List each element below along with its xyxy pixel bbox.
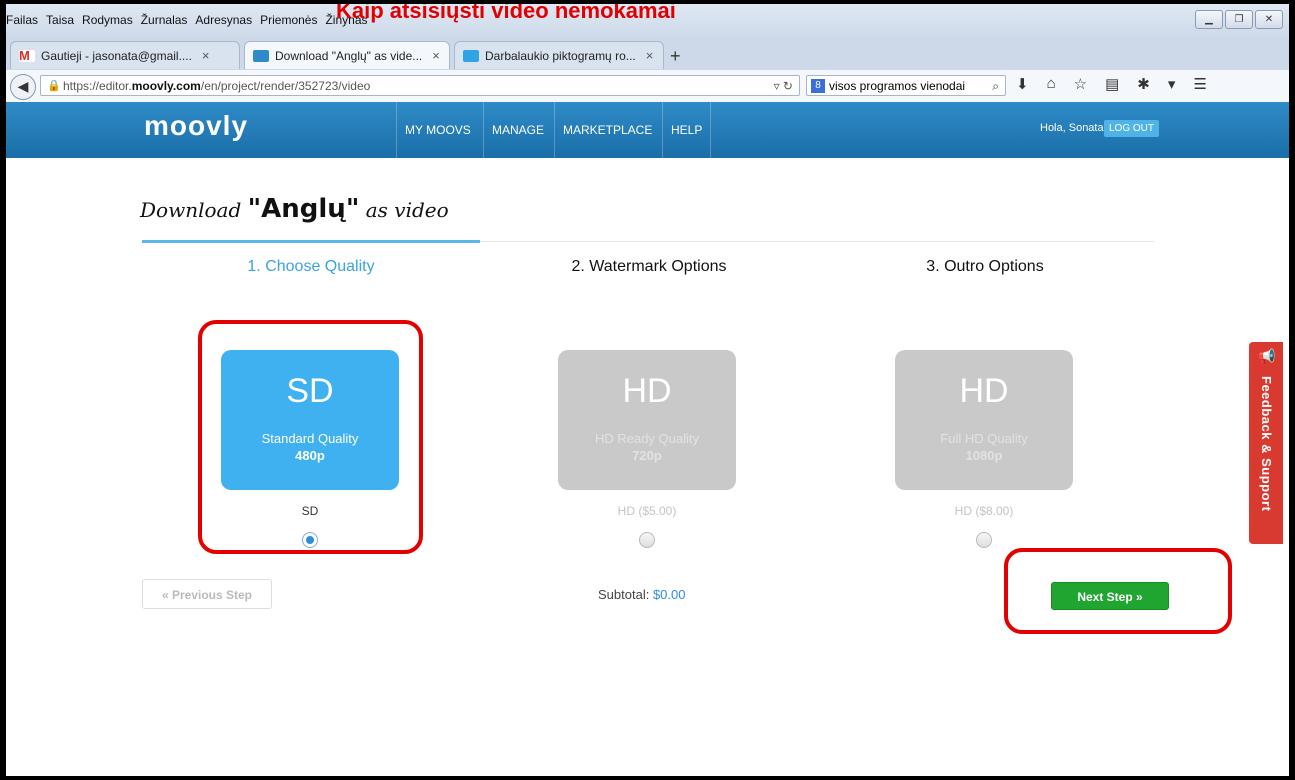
download-icon[interactable]: ⬇	[1016, 75, 1029, 93]
toolbar-icons: ⬇ ⌂ ☆ ▤ ✱ ▾ ☰	[1016, 75, 1207, 93]
menu-icon[interactable]: ☰	[1193, 75, 1206, 93]
browser-window: Failas Taisa Rodymas Žurnalas Adresynas …	[6, 4, 1289, 776]
menu-history[interactable]: Žurnalas	[141, 13, 188, 27]
feedback-label: Feedback & Support	[1259, 376, 1274, 512]
tab-gmail[interactable]: M Gautieji - jasonata@gmail.... ×	[10, 41, 240, 69]
tab-close-icon[interactable]: ×	[646, 48, 654, 63]
tab-close-icon[interactable]: ×	[432, 48, 440, 63]
next-step-highlight-annotation	[1004, 548, 1232, 634]
tutorial-banner: Kaip atsisiųsti video nemokamai	[336, 4, 676, 23]
back-button[interactable]: ◀	[10, 74, 36, 100]
subtotal: Subtotal: $0.00	[598, 587, 686, 602]
quality-description: Full HD Quality	[940, 431, 1028, 446]
nav-manage[interactable]: MANAGE	[483, 102, 552, 158]
home-icon[interactable]: ⌂	[1047, 75, 1056, 93]
quality-code: HD	[959, 372, 1009, 410]
subtotal-amount: $0.00	[652, 587, 686, 602]
tab-download[interactable]: Download "Anglų" as vide... ×	[244, 41, 450, 69]
menu-view[interactable]: Rodymas	[82, 13, 133, 27]
nav-marketplace[interactable]: MARKETPLACE	[554, 102, 660, 158]
page-title: Download "Anglų" as video	[140, 194, 449, 224]
tab-close-icon[interactable]: ×	[202, 48, 210, 63]
quality-card-hd-720[interactable]: HD HD Ready Quality 720p	[558, 350, 736, 490]
window-controls: ▁ ❐ ✕	[1195, 10, 1283, 29]
search-bar[interactable]: 8 visos programos vienodai ⌕	[806, 75, 1006, 96]
url-bar[interactable]: 🔒 https://editor.moovly.com/en/project/r…	[40, 75, 800, 96]
quality-label-hd-720: HD ($5.00)	[617, 504, 677, 518]
moovly-logo[interactable]: moovly	[144, 110, 248, 142]
windows-icon	[463, 49, 479, 62]
nav-my-moovs[interactable]: MY MOOVS	[396, 102, 479, 158]
radio-hd-1080[interactable]	[976, 532, 992, 548]
quality-code: HD	[622, 372, 672, 410]
search-icon[interactable]: ⌕	[992, 76, 999, 97]
search-engine-icon[interactable]: 8	[811, 79, 825, 93]
quality-label-hd-1080: HD ($8.00)	[954, 504, 1014, 518]
tab-bar: M Gautieji - jasonata@gmail.... × Downlo…	[6, 36, 1289, 70]
megaphone-icon: 📢	[1258, 348, 1276, 364]
dropdown-icon[interactable]: ▾	[1168, 75, 1176, 93]
tab-label: Download "Anglų" as vide...	[275, 48, 423, 63]
previous-step-button[interactable]: « Previous Step	[142, 579, 272, 609]
menu-edit[interactable]: Taisa	[46, 13, 74, 27]
navigation-bar: ◀ 🔒 https://editor.moovly.com/en/project…	[6, 70, 1289, 103]
menu-items: Failas Taisa Rodymas Žurnalas Adresynas …	[6, 13, 368, 27]
radio-hd-720[interactable]	[639, 532, 655, 548]
active-step-indicator	[142, 240, 480, 243]
minimize-icon[interactable]: ▁	[1195, 10, 1223, 29]
bookmarks-list-icon[interactable]: ▤	[1105, 75, 1119, 93]
quality-card-hd-1080[interactable]: HD Full HD Quality 1080p	[895, 350, 1073, 490]
feedback-support-tab[interactable]: 📢 Feedback & Support	[1249, 342, 1283, 544]
menu-tools[interactable]: Priemonės	[260, 13, 317, 27]
step-watermark-options[interactable]: 2. Watermark Options	[480, 258, 818, 276]
reload-icon[interactable]: ▿ ↻	[774, 76, 793, 97]
sd-highlight-annotation	[198, 320, 423, 554]
new-tab-button[interactable]: +	[670, 46, 681, 67]
moovly-icon	[253, 49, 269, 62]
tab-label: Gautieji - jasonata@gmail....	[41, 48, 192, 63]
quality-resolution: 1080p	[965, 448, 1003, 463]
back-arrow-icon: ◀	[17, 78, 29, 94]
tab-desktop-icons[interactable]: Darbalaukio piktogramų ro... ×	[454, 41, 664, 69]
tab-label: Darbalaukio piktogramų ro...	[485, 48, 636, 63]
step-outro-options[interactable]: 3. Outro Options	[816, 258, 1154, 276]
nav-help[interactable]: HELP	[662, 102, 712, 158]
menu-file[interactable]: Failas	[6, 13, 38, 27]
menu-bookmarks[interactable]: Adresynas	[195, 13, 252, 27]
lock-icon: 🔒	[47, 80, 61, 92]
bookmark-star-icon[interactable]: ☆	[1074, 75, 1087, 93]
menu-bar: Failas Taisa Rodymas Žurnalas Adresynas …	[6, 4, 1289, 36]
gmail-icon: M	[19, 49, 35, 62]
restore-icon[interactable]: ❐	[1225, 10, 1253, 29]
search-value: visos programos vienodai	[829, 79, 966, 93]
quality-description: HD Ready Quality	[594, 431, 700, 446]
step-choose-quality[interactable]: 1. Choose Quality	[142, 258, 480, 276]
close-icon[interactable]: ✕	[1255, 10, 1283, 29]
user-greeting: Hola, Sonata	[1040, 122, 1104, 134]
app-header: moovly MY MOOVS MANAGE MARKETPLACE HELP …	[6, 102, 1289, 158]
url-text: https://editor.moovly.com/en/project/ren…	[63, 79, 371, 93]
quality-resolution: 720p	[632, 448, 662, 463]
logout-button[interactable]: LOG OUT	[1104, 120, 1160, 137]
extension-icon[interactable]: ✱	[1137, 75, 1150, 93]
